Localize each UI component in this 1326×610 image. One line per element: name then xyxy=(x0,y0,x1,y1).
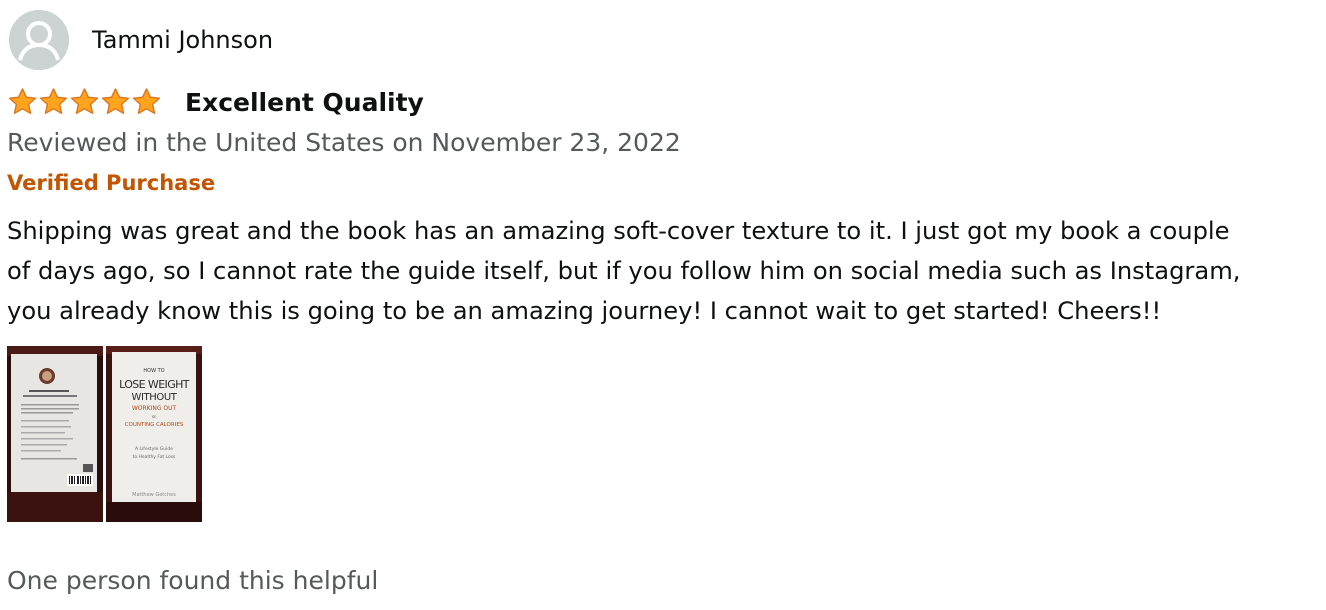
review-body-line: you already know this is going to be an … xyxy=(7,297,1162,325)
cover-author: Matthew Getches xyxy=(132,492,176,498)
cover-subtitle-line: to Healthy Fat Loss xyxy=(133,454,176,460)
cover-title-line: HOW TO xyxy=(143,368,164,374)
reviewer-name[interactable]: Tammi Johnson xyxy=(92,26,273,54)
reviewer-profile[interactable]: Tammi Johnson xyxy=(9,10,273,70)
review-images: HOW TO LOSE WEIGHT WITHOUT WORKING OUT o… xyxy=(7,346,205,522)
cover-title-line: or xyxy=(152,414,156,419)
book-front-cover-photo: HOW TO LOSE WEIGHT WITHOUT WORKING OUT o… xyxy=(106,346,202,522)
star-icon xyxy=(39,88,68,114)
star-rating[interactable] xyxy=(7,84,162,120)
review-image-back-cover[interactable] xyxy=(7,346,103,522)
review-date: Reviewed in the United States on Novembe… xyxy=(7,128,681,157)
rating-title-row: Excellent Quality xyxy=(7,84,424,120)
cover-title-line: COUNTING CALORIES xyxy=(125,422,184,428)
helpful-count: One person found this helpful xyxy=(7,566,379,595)
customer-review: Tammi Johnson Excellent Quality Reviewed… xyxy=(0,0,1326,610)
cover-subtitle-line: A Lifestyle Guide xyxy=(135,446,173,452)
star-icon xyxy=(132,88,161,114)
verified-purchase-badge[interactable]: Verified Purchase xyxy=(7,168,215,198)
star-icon xyxy=(8,88,37,114)
review-body-line: Shipping was great and the book has an a… xyxy=(7,217,1230,245)
review-image-front-cover[interactable]: HOW TO LOSE WEIGHT WITHOUT WORKING OUT o… xyxy=(106,346,202,522)
star-icon xyxy=(70,88,99,114)
cover-title-line: WITHOUT xyxy=(132,392,178,403)
cover-title-line: LOSE WEIGHT xyxy=(119,378,190,391)
star-icon xyxy=(101,88,130,114)
default-user-avatar-icon[interactable] xyxy=(9,10,69,70)
review-body: Shipping was great and the book has an a… xyxy=(7,211,1307,331)
review-body-line: of days ago, so I cannot rate the guide … xyxy=(7,257,1241,285)
review-title[interactable]: Excellent Quality xyxy=(185,88,424,117)
book-back-cover-photo xyxy=(7,346,103,522)
cover-title-line: WORKING OUT xyxy=(132,405,177,412)
